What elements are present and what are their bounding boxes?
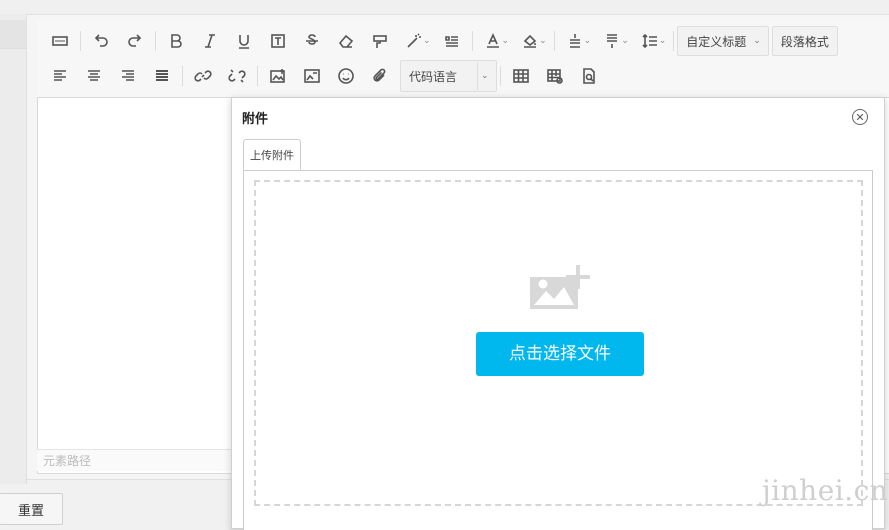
blockquote-button[interactable] (435, 27, 469, 55)
attachment-button[interactable] (363, 62, 397, 90)
html-source-button[interactable] (43, 27, 77, 55)
media-icon (304, 69, 320, 83)
strikethrough-icon (306, 34, 318, 45)
toolbar-divider (499, 66, 501, 86)
element-path-bar: 元素路径 (37, 449, 237, 471)
editor-toolbar: ⌄ ⌄ ⌄ ⌄ ⌄ ⌄ 自定义标题 ⌄ 段落格式 代码语言 ⌄ (37, 20, 889, 98)
underline-button[interactable] (227, 27, 261, 55)
table-icon (512, 69, 529, 83)
chevron-down-icon[interactable]: ⌄ (539, 36, 547, 46)
toolbar-divider (155, 31, 156, 51)
toolbar-divider (182, 66, 183, 86)
chevron-down-icon[interactable]: ⌄ (750, 36, 764, 46)
insert-video-button[interactable] (295, 62, 329, 90)
toolbar-divider (471, 31, 473, 51)
format-painter-icon (373, 35, 387, 48)
clear-format-button[interactable] (329, 27, 363, 55)
link-icon (194, 70, 212, 82)
text-box-button[interactable] (261, 27, 295, 55)
watermark: jinhei.cn (762, 474, 889, 507)
unlink-button[interactable] (220, 62, 254, 90)
choose-file-button[interactable]: 点击选择文件 (476, 332, 644, 376)
undo-button[interactable] (84, 27, 118, 55)
close-icon: ✕ (855, 110, 865, 124)
insert-link-button[interactable] (186, 62, 220, 90)
html-icon (52, 36, 68, 46)
spacing-top-icon (569, 34, 580, 48)
dialog-title: 附件 (242, 112, 269, 127)
code-language-select[interactable]: 代码语言 ⌄ (400, 60, 497, 92)
document-search-icon (582, 68, 595, 84)
table-settings-button[interactable] (538, 62, 572, 90)
table-settings-icon (546, 69, 563, 84)
align-left-icon (54, 70, 66, 81)
left-side-tab[interactable] (0, 20, 26, 49)
paint-bucket-icon (523, 34, 537, 48)
image-upload-icon (270, 69, 285, 83)
bold-icon (171, 34, 182, 48)
reset-button[interactable]: 重置 (0, 493, 63, 525)
toolbar-divider (257, 66, 258, 86)
undo-icon (94, 34, 108, 47)
file-drop-zone[interactable]: 点击选择文件 (254, 180, 863, 506)
emotion-button[interactable] (329, 62, 363, 90)
preview-button[interactable] (572, 62, 606, 90)
align-right-icon (122, 70, 134, 81)
magic-wand-icon (407, 33, 421, 48)
toolbar-divider (673, 31, 675, 51)
eraser-icon (338, 34, 354, 48)
redo-button[interactable] (118, 27, 152, 55)
underline-icon (239, 35, 249, 49)
toolbar-divider (80, 31, 81, 51)
chevron-down-icon[interactable]: ⌄ (423, 36, 431, 46)
close-button[interactable]: ✕ (852, 109, 868, 125)
attachment-dialog: 附件 ✕ 上传附件 点击选择文件 (231, 97, 885, 530)
left-side-panel (0, 14, 27, 484)
bold-button[interactable] (159, 27, 193, 55)
justify-button[interactable] (145, 62, 179, 90)
chevron-down-icon[interactable]: ⌄ (478, 71, 492, 81)
strikethrough-button[interactable] (295, 27, 329, 55)
redo-icon (128, 34, 142, 47)
align-center-icon (88, 70, 100, 81)
italic-button[interactable] (193, 27, 227, 55)
smiley-icon (338, 68, 354, 84)
chevron-down-icon[interactable]: ⌄ (621, 36, 629, 46)
image-add-icon (530, 265, 590, 309)
custom-title-select[interactable]: 自定义标题 ⌄ (677, 26, 769, 56)
align-right-button[interactable] (111, 62, 145, 90)
font-color-icon (486, 33, 499, 48)
chevron-down-icon[interactable]: ⌄ (502, 36, 510, 46)
line-height-icon (642, 33, 657, 49)
chevron-down-icon[interactable]: ⌄ (584, 36, 592, 46)
spacing-bottom-icon (607, 34, 618, 48)
toolbar-row-1: ⌄ ⌄ ⌄ ⌄ ⌄ ⌄ 自定义标题 ⌄ 段落格式 (43, 25, 838, 57)
quote-icon (444, 36, 458, 47)
tab-upload-attachment[interactable]: 上传附件 (243, 139, 301, 170)
unlink-icon (228, 69, 246, 83)
align-center-button[interactable] (77, 62, 111, 90)
insert-image-button[interactable] (261, 62, 295, 90)
toolbar-row-2: 代码语言 ⌄ (43, 60, 606, 92)
custom-title-label: 自定义标题 (686, 34, 747, 49)
justify-icon (156, 70, 168, 81)
align-left-button[interactable] (43, 62, 77, 90)
paperclip-icon (373, 68, 386, 82)
paragraph-format-select[interactable]: 段落格式 (771, 26, 838, 56)
chevron-down-icon[interactable]: ⌄ (659, 36, 667, 46)
top-strip (0, 0, 889, 15)
code-language-label: 代码语言 (409, 69, 458, 84)
text-box-icon (271, 34, 285, 48)
format-painter-button[interactable] (363, 27, 397, 55)
insert-table-button[interactable] (504, 62, 538, 90)
toolbar-divider (553, 31, 555, 51)
paragraph-format-label: 段落格式 (780, 34, 829, 49)
italic-icon (205, 34, 215, 48)
